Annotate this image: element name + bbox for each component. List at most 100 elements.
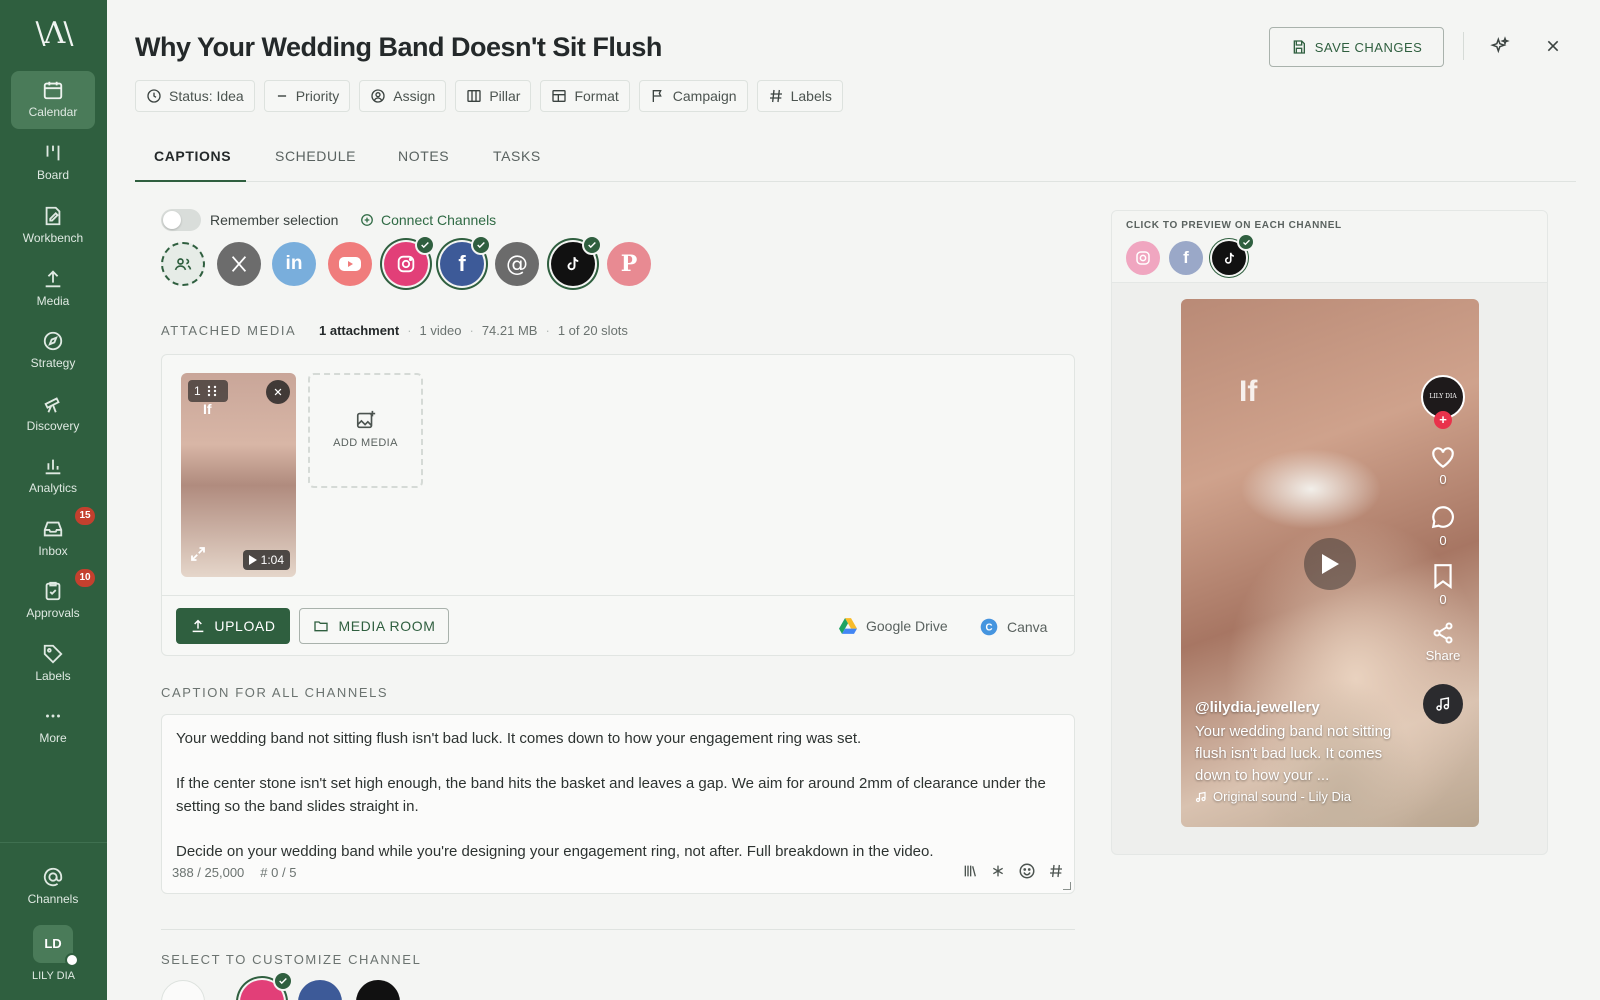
labels-chip[interactable]: Labels: [756, 80, 843, 112]
channel-x[interactable]: [217, 242, 261, 286]
clipboard-check-icon: [45, 581, 61, 601]
remove-media-button[interactable]: [266, 380, 290, 404]
follow-plus-icon[interactable]: +: [1434, 411, 1452, 429]
sound-label: Original sound - Lily Dia: [1213, 789, 1352, 804]
channel-linkedin[interactable]: in: [272, 242, 316, 286]
priority-chip[interactable]: Priority: [263, 80, 351, 112]
sidebar-item-label: Analytics: [28, 481, 78, 495]
tab-notes[interactable]: NOTES: [398, 148, 449, 164]
tiktok-preview[interactable]: If LILY DIA + 0 0 0 Share @lilydia.jewel…: [1181, 299, 1479, 827]
preview-instagram[interactable]: [1126, 241, 1160, 275]
media-drag-handle[interactable]: 1: [188, 380, 228, 402]
preview-tiktok[interactable]: [1212, 233, 1255, 275]
upload-icon: [193, 619, 204, 633]
expand-media-button[interactable]: [189, 545, 207, 568]
chip-label: Status: Idea: [169, 88, 244, 104]
canva-button[interactable]: C Canva: [980, 618, 1047, 636]
remember-selection-toggle[interactable]: [161, 209, 201, 231]
resize-handle[interactable]: [1063, 882, 1071, 890]
ai-sparkle-button[interactable]: [1487, 33, 1513, 59]
sidebar-item-labels[interactable]: Labels: [11, 635, 95, 693]
caption-editor[interactable]: Your wedding band not sitting flush isn'…: [161, 714, 1075, 894]
share-action[interactable]: Share: [1421, 621, 1465, 663]
user-name: LILY DIA: [31, 970, 75, 982]
campaign-chip[interactable]: Campaign: [638, 80, 748, 112]
customize-facebook[interactable]: [298, 980, 342, 1000]
customize-channel-heading: SELECT TO CUSTOMIZE CHANNEL: [161, 952, 422, 967]
close-button[interactable]: [1540, 33, 1566, 59]
channel-groups[interactable]: [161, 242, 205, 286]
connect-channels-link[interactable]: Connect Channels: [360, 212, 496, 228]
library-icon[interactable]: [962, 863, 978, 884]
play-icon: [1322, 554, 1339, 574]
pillar-chip[interactable]: Pillar: [455, 80, 532, 112]
upload-button[interactable]: UPLOAD: [176, 608, 290, 644]
google-drive-button[interactable]: Google Drive: [839, 618, 948, 634]
comment-action[interactable]: 0: [1421, 504, 1465, 548]
music-disc[interactable]: [1423, 684, 1463, 724]
comment-count: 0: [1439, 533, 1447, 548]
channel-threads[interactable]: @: [495, 242, 539, 286]
original-sound[interactable]: Original sound - Lily Dia: [1195, 789, 1351, 804]
sidebar-item-workbench[interactable]: Workbench: [11, 197, 95, 255]
tab-captions[interactable]: CAPTIONS: [154, 148, 231, 164]
preview-facebook[interactable]: f: [1169, 241, 1203, 275]
like-action[interactable]: 0: [1421, 445, 1465, 487]
channel-youtube[interactable]: [328, 242, 372, 286]
folder-icon: [314, 621, 329, 632]
media-room-button[interactable]: MEDIA ROOM: [299, 608, 449, 644]
sidebar-item-analytics[interactable]: Analytics: [11, 447, 95, 505]
sidebar-item-label: Board: [36, 168, 70, 182]
tiktok-logo-icon: [1224, 252, 1234, 264]
ai-asterisk-icon[interactable]: [990, 863, 1006, 884]
customize-tiktok[interactable]: [356, 980, 400, 1000]
format-chip[interactable]: Format: [540, 80, 630, 112]
emoji-icon[interactable]: [1018, 862, 1036, 885]
chip-label: Campaign: [672, 88, 737, 104]
sidebar-divider: [0, 842, 107, 843]
chip-label: Format: [574, 88, 619, 104]
sidebar-item-approvals[interactable]: Approvals 10: [11, 569, 95, 630]
svg-text:C: C: [985, 622, 992, 633]
sidebar-item-inbox[interactable]: Inbox 15: [11, 507, 95, 568]
channel-facebook[interactable]: f: [440, 235, 491, 286]
attachment-count: 1 attachment: [319, 323, 400, 338]
tab-schedule[interactable]: SCHEDULE: [275, 148, 356, 164]
media-thumbnail[interactable]: 1 If 1:04: [181, 373, 296, 577]
linkedin-logo-icon: in: [285, 253, 303, 274]
page-title[interactable]: Why Your Wedding Band Doesn't Sit Flush: [135, 32, 662, 63]
save-action[interactable]: 0: [1421, 563, 1465, 607]
assign-chip[interactable]: Assign: [359, 80, 447, 112]
save-count: 0: [1439, 592, 1447, 607]
status-chip[interactable]: Status: Idea: [135, 80, 255, 112]
sidebar-item-discovery[interactable]: Discovery: [11, 385, 95, 443]
user-avatar[interactable]: LD: [33, 925, 79, 967]
add-media-button[interactable]: ADD MEDIA: [308, 373, 423, 488]
caption-counters: 388 / 25,000 # 0 / 5: [172, 865, 296, 880]
play-button[interactable]: [1304, 538, 1356, 590]
caption-text[interactable]: Your wedding band not sitting flush isn'…: [176, 728, 1056, 863]
channel-pinterest[interactable]: P: [607, 242, 651, 286]
active-tab-indicator: [135, 180, 246, 182]
sidebar-item-calendar[interactable]: Calendar: [11, 71, 95, 129]
sidebar-item-media[interactable]: Media: [11, 260, 95, 318]
add-media-label: ADD MEDIA: [333, 437, 398, 449]
app-logo[interactable]: \Λ\: [0, 16, 107, 51]
sidebar-item-board[interactable]: Board: [11, 134, 95, 192]
sidebar-item-strategy[interactable]: Strategy: [11, 322, 95, 380]
customize-instagram[interactable]: [240, 971, 293, 1000]
hashtag-icon[interactable]: [1048, 863, 1064, 884]
save-changes-button[interactable]: SAVE CHANGES: [1269, 27, 1444, 67]
tab-tasks[interactable]: TASKS: [493, 148, 541, 164]
sidebar-item-label: Channels: [27, 892, 79, 906]
sidebar-item-more[interactable]: More: [11, 697, 95, 755]
creator-handle[interactable]: @lilydia.jewellery: [1195, 699, 1320, 716]
close-icon: [274, 388, 282, 396]
channel-instagram[interactable]: [384, 235, 435, 286]
sidebar-item-channels[interactable]: Channels: [11, 858, 95, 916]
chip-label: Priority: [295, 88, 340, 104]
workbench-icon: [45, 206, 61, 226]
layout-icon: [552, 90, 567, 102]
customize-all-channels[interactable]: [161, 980, 205, 1000]
channel-tiktok[interactable]: [551, 235, 602, 286]
